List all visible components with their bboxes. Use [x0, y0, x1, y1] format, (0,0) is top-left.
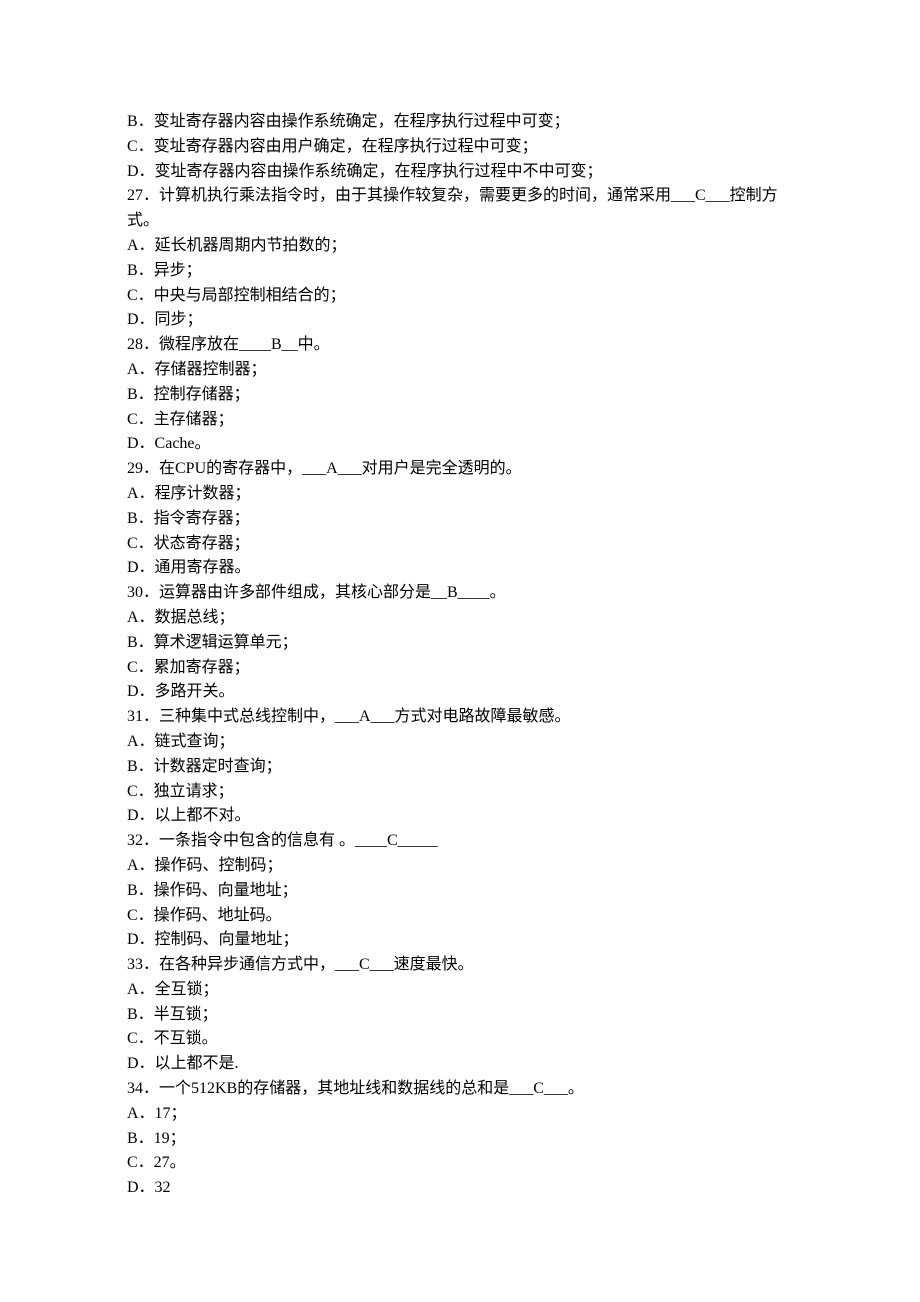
text-line: A．存储器控制器； [127, 358, 795, 383]
text-line: 28．微程序放在____B__中。 [127, 333, 795, 358]
text-line: C．累加寄存器； [127, 656, 795, 681]
text-line: C．变址寄存器内容由用户确定，在程序执行过程中可变； [127, 135, 795, 160]
text-line: 33．在各种异步通信方式中，___C___速度最快。 [127, 953, 795, 978]
text-line: D．多路开关。 [127, 680, 795, 705]
text-line: 29．在CPU的寄存器中，___A___对用户是完全透明的。 [127, 457, 795, 482]
text-line: A．数据总线； [127, 606, 795, 631]
text-line: D．通用寄存器。 [127, 556, 795, 581]
text-line: D．以上都不是. [127, 1052, 795, 1077]
text-line: 30．运算器由许多部件组成，其核心部分是__B____。 [127, 581, 795, 606]
text-line: B．变址寄存器内容由操作系统确定，在程序执行过程中可变； [127, 110, 795, 135]
text-line: 32．一条指令中包含的信息有 。____C_____ [127, 829, 795, 854]
text-line: A．程序计数器； [127, 482, 795, 507]
text-line: A．17； [127, 1102, 795, 1127]
text-line: D．同步； [127, 308, 795, 333]
text-line: D．Cache。 [127, 432, 795, 457]
text-line: A．链式查询； [127, 730, 795, 755]
text-line: B．19； [127, 1127, 795, 1152]
document-page: B．变址寄存器内容由操作系统确定，在程序执行过程中可变； C．变址寄存器内容由用… [0, 0, 920, 1302]
text-line: B．半互锁； [127, 1003, 795, 1028]
text-line: D．32 [127, 1176, 795, 1201]
text-line: 31．三种集中式总线控制中，___A___方式对电路故障最敏感。 [127, 705, 795, 730]
text-line: B．异步； [127, 259, 795, 284]
text-line: C．不互锁。 [127, 1027, 795, 1052]
text-line: B．计数器定时查询； [127, 755, 795, 780]
text-line: B．指令寄存器； [127, 507, 795, 532]
text-line: C．操作码、地址码。 [127, 904, 795, 929]
text-line: A．全互锁； [127, 978, 795, 1003]
text-line: D．控制码、向量地址； [127, 928, 795, 953]
text-line: C．27。 [127, 1151, 795, 1176]
text-line: B．算术逻辑运算单元； [127, 631, 795, 656]
text-line: C．中央与局部控制相结合的； [127, 284, 795, 309]
text-line: C．独立请求； [127, 780, 795, 805]
text-line: A．延长机器周期内节拍数的； [127, 234, 795, 259]
text-line: B．操作码、向量地址； [127, 879, 795, 904]
text-line: C．主存储器； [127, 408, 795, 433]
text-line: B．控制存储器； [127, 383, 795, 408]
text-line: 27．计算机执行乘法指令时，由于其操作较复杂，需要更多的时间，通常采用___C_… [127, 184, 795, 234]
text-line: D．以上都不对。 [127, 804, 795, 829]
text-line: D．变址寄存器内容由操作系统确定，在程序执行过程中不中可变； [127, 160, 795, 185]
text-line: A．操作码、控制码； [127, 854, 795, 879]
text-line: 34．一个512KB的存储器，其地址线和数据线的总和是___C___。 [127, 1077, 795, 1102]
text-line: C．状态寄存器； [127, 532, 795, 557]
